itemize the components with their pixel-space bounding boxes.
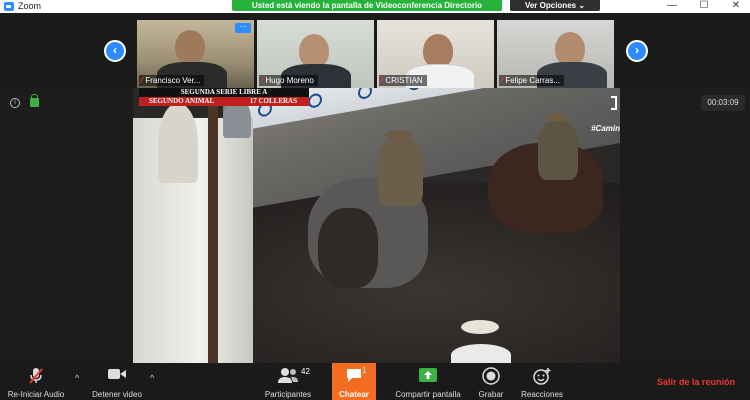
- animal-label: SEGUNDO ANIMAL: [149, 97, 215, 105]
- stop-video-button[interactable]: Detener video: [86, 363, 148, 400]
- meeting-info-icon[interactable]: i: [10, 98, 20, 108]
- rider: [538, 120, 578, 180]
- gallery-prev-button[interactable]: ‹: [104, 40, 126, 62]
- mic-off-icon: ⁄: [501, 76, 503, 85]
- restart-audio-label: Re-Iniciar Audio: [7, 390, 65, 399]
- participants-icon: [278, 368, 298, 383]
- audio-options-caret[interactable]: ^: [75, 373, 79, 383]
- spectator: [158, 103, 198, 183]
- straw-hat: [461, 320, 499, 334]
- rider-hat: [545, 113, 567, 122]
- record-label: Grabar: [478, 390, 504, 399]
- participants-button[interactable]: Participantes 42: [262, 363, 314, 400]
- colleras-count: 17 COLLERAS: [249, 97, 297, 105]
- zoom-window: Zoom Usted está viendo la pantalla de Vi…: [0, 0, 750, 400]
- more-options-icon[interactable]: ···: [235, 23, 251, 33]
- title-bar: Zoom Usted está viendo la pantalla de Vi…: [0, 0, 750, 13]
- maximize-button[interactable]: ☐: [694, 0, 714, 13]
- participant-tile[interactable]: ⁄ CRISTIAN: [377, 20, 494, 88]
- mic-off-icon: ⁄: [141, 76, 143, 85]
- encryption-lock-icon[interactable]: [30, 94, 39, 107]
- rider: [378, 136, 423, 206]
- share-screen-label: Compartir pantalla: [395, 390, 461, 399]
- participant-name: Hugo Moreno: [265, 76, 314, 85]
- zoom-logo-icon: [4, 2, 14, 11]
- sponsor-logo-icon: [408, 88, 422, 92]
- reactions-label: Reacciones: [521, 390, 563, 399]
- record-icon: [482, 367, 500, 385]
- record-button[interactable]: Grabar: [474, 363, 508, 400]
- video-camera-icon: [108, 369, 126, 379]
- participant-face: [299, 34, 329, 68]
- chevron-down-icon: ⌄: [578, 1, 586, 10]
- meeting-timer: 00:03:09: [701, 95, 745, 111]
- mic-off-icon: ⁄: [261, 76, 263, 85]
- participant-face: [555, 32, 585, 66]
- chat-label: Chatear: [339, 390, 369, 399]
- minimize-button[interactable]: —: [662, 0, 682, 13]
- participant-face: [423, 34, 453, 68]
- microphone-off-icon: [29, 368, 43, 384]
- participants-count: 42: [301, 367, 310, 376]
- sponsor-logo-icon: [358, 88, 372, 101]
- participant-tile[interactable]: ⁄ Felipe Carras...: [497, 20, 614, 88]
- mic-off-icon: ⁄: [381, 76, 383, 85]
- participant-name-label: ⁄ Hugo Moreno: [259, 75, 318, 86]
- gallery-next-button[interactable]: ›: [626, 40, 648, 62]
- meeting-toolbar: Re-Iniciar Audio ^ Detener video ^ Parti…: [0, 363, 750, 400]
- wooden-post: [208, 88, 218, 363]
- participant-gallery: ‹ ··· ⁄ Francisco Ver... ⁄ Hugo Moreno ⁄ CR…: [0, 13, 750, 88]
- scoreboard-overlay: SEGUNDA SERIE LIBRE A SEGUNDO ANIMAL 17 …: [139, 88, 309, 106]
- chat-button[interactable]: 1 Chatear: [332, 363, 376, 400]
- video-options-caret[interactable]: ^: [150, 373, 154, 383]
- participant-name-label: ⁄ Francisco Ver...: [139, 75, 205, 86]
- series-title: SEGUNDA SERIE LIBRE A: [180, 88, 268, 96]
- participant-face: [175, 30, 205, 64]
- channel-logo-icon: [611, 96, 617, 110]
- share-screen-icon: [419, 368, 437, 382]
- participants-label: Participantes: [264, 390, 312, 399]
- sponsor-logo-icon: [308, 92, 322, 109]
- app-title: Zoom: [18, 1, 42, 11]
- reactions-button[interactable]: Reacciones: [517, 363, 567, 400]
- chat-bubble-icon: [347, 369, 361, 382]
- series-detail: SEGUNDO ANIMAL 17 COLLERAS: [139, 97, 309, 106]
- screen-share-banner: Usted está viendo la pantalla de Videoco…: [232, 0, 502, 11]
- participant-name-label: ⁄ Felipe Carras...: [499, 75, 565, 86]
- participant-name-label: ⁄ CRISTIAN: [379, 75, 427, 86]
- view-options-button[interactable]: Ver Opciones ⌄: [510, 0, 600, 11]
- participant-name: Francisco Ver...: [145, 76, 201, 85]
- chat-unread-badge: 1: [362, 366, 367, 375]
- channel-hashtag: #Camin: [591, 124, 620, 133]
- smiley-plus-icon: [533, 368, 551, 385]
- participant-name: Felipe Carras...: [505, 76, 561, 85]
- view-options-label: Ver Opciones: [524, 1, 577, 10]
- share-screen-button[interactable]: Compartir pantalla: [391, 363, 465, 400]
- close-button[interactable]: ✕: [726, 0, 746, 13]
- spectator: [451, 344, 511, 363]
- participant-tile[interactable]: ··· ⁄ Francisco Ver...: [137, 20, 254, 88]
- main-stage: i 00:03:09 SEGUNDA SERIE LIBRE A SEGUNDO…: [0, 88, 750, 363]
- leave-meeting-button[interactable]: Salir de la reunión: [657, 377, 735, 387]
- stop-video-label: Detener video: [92, 390, 142, 399]
- restart-audio-button[interactable]: Re-Iniciar Audio: [0, 363, 72, 400]
- shared-screen-video: SEGUNDA SERIE LIBRE A SEGUNDO ANIMAL 17 …: [133, 88, 620, 363]
- horse-dark: [318, 208, 378, 288]
- participant-tile[interactable]: ⁄ Hugo Moreno: [257, 20, 374, 88]
- participant-name: CRISTIAN: [385, 76, 423, 85]
- rider-hat: [385, 130, 411, 140]
